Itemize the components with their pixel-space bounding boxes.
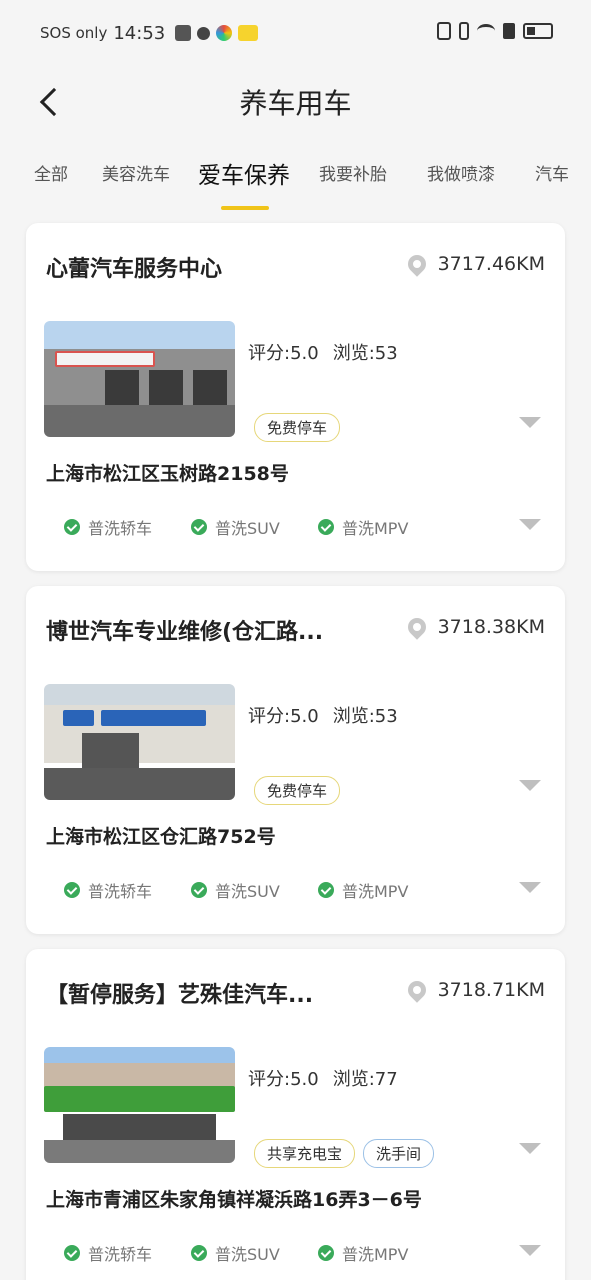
check-icon (318, 1245, 334, 1261)
check-icon (191, 882, 207, 898)
shop-photo (44, 1047, 235, 1163)
tab-all[interactable]: 全部 (34, 160, 68, 185)
shop-address: 上海市松江区仓汇路752号 (46, 826, 276, 848)
back-button[interactable] (30, 80, 70, 124)
expand-arrow-icon[interactable] (519, 780, 541, 791)
shop-name: 心蕾汽车服务中心 (46, 257, 223, 282)
mail-icon (175, 25, 192, 41)
tab-car[interactable]: 汽车 (535, 160, 569, 185)
shop-card[interactable]: 【暂停服务】艺殊佳汽车... 3718.71KM 评分:5.0 浏览:77 共享… (26, 949, 565, 1280)
shop-photo (44, 321, 235, 437)
rating: 评分:5.0 (248, 1069, 319, 1090)
tag-list: 免费停车 (254, 776, 341, 805)
shop-stats: 评分:5.0 浏览:53 (248, 339, 398, 365)
check-icon (318, 519, 334, 535)
tag-list: 免费停车 (254, 413, 341, 442)
page-title: 养车用车 (239, 87, 352, 120)
service-item: 普洗SUV (191, 878, 318, 902)
tab-paint[interactable]: 我做喷漆 (427, 160, 495, 185)
location-pin-icon (403, 251, 430, 277)
rating: 评分:5.0 (248, 343, 319, 364)
service-label: 普洗轿车 (88, 1245, 153, 1264)
active-tab-indicator (221, 206, 269, 210)
views: 浏览:53 (332, 343, 398, 364)
feature-tag: 免费停车 (254, 776, 341, 805)
shield-icon (197, 26, 211, 40)
location-pin-icon (403, 977, 430, 1003)
service-item: 普洗SUV (191, 515, 318, 539)
views: 浏览:77 (332, 1069, 398, 1090)
app-icon (216, 25, 233, 41)
check-icon (191, 1245, 207, 1261)
shop-stats: 评分:5.0 浏览:53 (248, 702, 398, 728)
nfc-icon (437, 22, 451, 40)
services-expand-arrow-icon[interactable] (519, 882, 541, 893)
shop-address: 上海市青浦区朱家角镇祥凝浜路16弄3－6号 (46, 1189, 422, 1211)
tag-list: 共享充电宝 洗手间 (254, 1139, 435, 1168)
category-tabs: 全部 美容洗车 爱车保养 我要补胎 我做喷漆 汽车 (0, 150, 591, 212)
check-icon (64, 519, 80, 535)
service-label: 普洗MPV (342, 882, 409, 901)
service-item: 普洗MPV (318, 1241, 445, 1265)
shop-address: 上海市松江区玉树路2158号 (46, 463, 289, 485)
shop-name: 博世汽车专业维修(仓汇路... (46, 620, 324, 645)
chevron-left-icon (39, 87, 69, 117)
feature-tag: 共享充电宝 (254, 1139, 356, 1168)
shop-card[interactable]: 博世汽车专业维修(仓汇路... 3718.38KM 评分:5.0 浏览:53 免… (26, 586, 565, 934)
check-icon (191, 519, 207, 535)
service-item: 普洗SUV (191, 1241, 318, 1265)
service-item: 普洗轿车 (64, 1241, 191, 1265)
sim-alert-icon (503, 23, 515, 39)
service-label: 普洗SUV (215, 882, 280, 901)
distance-value: 3717.46KM (437, 253, 545, 275)
vibrate-icon (459, 22, 469, 40)
distance-value: 3718.38KM (437, 616, 545, 638)
service-item: 普洗轿车 (64, 878, 191, 902)
shop-card[interactable]: 心蕾汽车服务中心 3717.46KM 评分:5.0 浏览:53 免费停车 上海市… (26, 223, 565, 571)
shop-stats: 评分:5.0 浏览:77 (248, 1065, 398, 1091)
check-icon (64, 882, 80, 898)
service-label: 普洗轿车 (88, 882, 153, 901)
tab-car-maintenance[interactable]: 爱车保养 (198, 156, 290, 190)
wifi-icon (477, 24, 495, 38)
distance-value: 3718.71KM (437, 979, 545, 1001)
service-item: 普洗轿车 (64, 515, 191, 539)
expand-arrow-icon[interactable] (519, 1143, 541, 1154)
feature-tag: 洗手间 (363, 1139, 435, 1168)
rating: 评分:5.0 (248, 706, 319, 727)
service-list: 普洗轿车 普洗SUV 普洗MPV (64, 515, 445, 539)
location-pin-icon (403, 614, 430, 640)
shop-photo (44, 684, 235, 800)
service-item: 普洗MPV (318, 878, 445, 902)
service-item: 普洗MPV (318, 515, 445, 539)
distance: 3718.71KM (403, 977, 545, 1003)
shop-name: 【暂停服务】艺殊佳汽车... (46, 983, 314, 1008)
clock: 14:53 (113, 22, 166, 44)
check-icon (318, 882, 334, 898)
carrier-label: SOS only (40, 24, 108, 42)
services-expand-arrow-icon[interactable] (519, 1245, 541, 1256)
distance: 3718.38KM (403, 614, 545, 640)
service-label: 普洗SUV (215, 1245, 280, 1264)
tab-tire-repair[interactable]: 我要补胎 (319, 160, 387, 185)
header: 养车用车 (0, 66, 591, 138)
service-label: 普洗SUV (215, 519, 280, 538)
game-app-icon (238, 25, 259, 41)
battery-icon (523, 23, 553, 39)
service-label: 普洗MPV (342, 1245, 409, 1264)
check-icon (64, 1245, 80, 1261)
views: 浏览:53 (332, 706, 398, 727)
service-label: 普洗MPV (342, 519, 409, 538)
service-label: 普洗轿车 (88, 519, 153, 538)
service-list: 普洗轿车 普洗SUV 普洗MPV (64, 1241, 445, 1265)
service-list: 普洗轿车 普洗SUV 普洗MPV (64, 878, 445, 902)
expand-arrow-icon[interactable] (519, 417, 541, 428)
services-expand-arrow-icon[interactable] (519, 519, 541, 530)
tab-beauty-wash[interactable]: 美容洗车 (102, 160, 170, 185)
status-bar: SOS only 14:53 (0, 0, 591, 66)
distance: 3717.46KM (403, 251, 545, 277)
feature-tag: 免费停车 (254, 413, 341, 442)
